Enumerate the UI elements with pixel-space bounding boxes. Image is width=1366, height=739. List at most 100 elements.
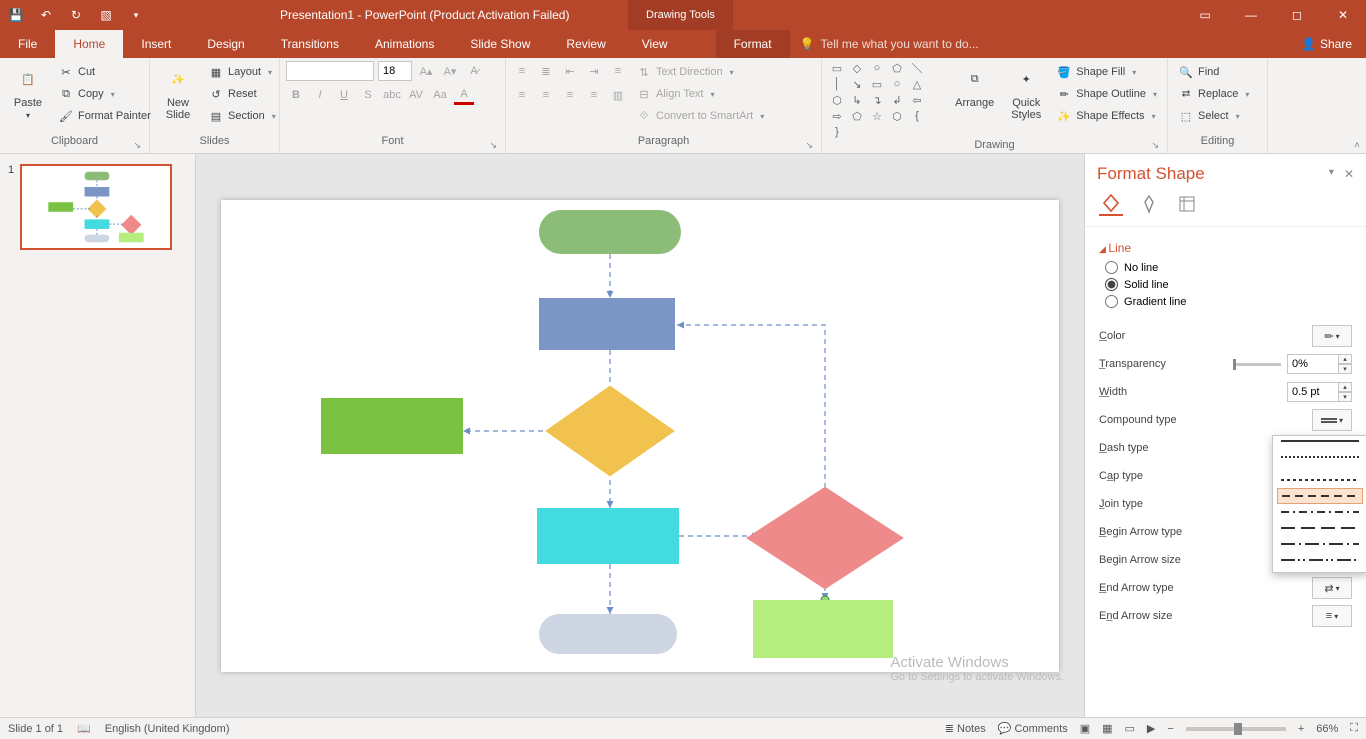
replace-button[interactable]: ⮂Replace xyxy=(1174,83,1253,105)
reset-button[interactable]: ↺Reset xyxy=(204,83,280,105)
drawing-launcher[interactable]: ↘ xyxy=(1151,140,1159,151)
text-direction-button[interactable]: ⇅Text Direction xyxy=(632,61,768,83)
dash-option-round-dot[interactable] xyxy=(1277,456,1363,472)
spacing-button[interactable]: AV xyxy=(406,85,426,105)
transparency-input[interactable] xyxy=(1287,354,1339,374)
font-color-button[interactable]: A xyxy=(454,85,474,105)
bullets-button[interactable]: ≡ xyxy=(512,61,532,81)
new-slide-button[interactable]: ✨ New Slide xyxy=(156,61,200,123)
dash-option-long-dash-dot-dot[interactable] xyxy=(1277,552,1363,568)
clipboard-launcher[interactable]: ↘ xyxy=(133,140,141,151)
width-input[interactable] xyxy=(1287,382,1339,402)
zoom-out-button[interactable]: − xyxy=(1167,723,1173,735)
solid-line-radio[interactable]: Solid line xyxy=(1105,278,1352,291)
slide-thumbnail-1[interactable] xyxy=(20,164,172,250)
format-painter-button[interactable]: 🖌Format Painter xyxy=(54,105,155,127)
share-button[interactable]: 👤Share xyxy=(1287,30,1366,58)
dash-option-long-dash-dot[interactable] xyxy=(1277,536,1363,552)
select-button[interactable]: ⬚Select xyxy=(1174,105,1253,127)
tell-me[interactable]: 💡Tell me what you want to do... xyxy=(800,30,979,58)
gradient-line-radio[interactable]: Gradient line xyxy=(1105,295,1352,308)
tab-insert[interactable]: Insert xyxy=(123,30,189,58)
shape-outline-button[interactable]: ✏Shape Outline xyxy=(1052,83,1161,105)
shape-process-green[interactable] xyxy=(753,600,893,658)
arrange-button[interactable]: ⧉Arrange xyxy=(949,61,1000,111)
undo-icon[interactable]: ↶ xyxy=(38,7,54,23)
start-icon[interactable]: ▧ xyxy=(98,7,114,23)
align-left-button[interactable]: ≡ xyxy=(512,85,532,105)
language-indicator[interactable]: English (United Kingdom) xyxy=(105,723,230,735)
end-arrow-type-button[interactable]: ⇄▾ xyxy=(1312,577,1352,599)
font-size-input[interactable] xyxy=(378,61,412,81)
underline-button[interactable]: U xyxy=(334,85,354,105)
spin-up[interactable]: ▴ xyxy=(1338,354,1352,364)
smartart-button[interactable]: ⟐Convert to SmartArt xyxy=(632,105,768,127)
cut-button[interactable]: ✂Cut xyxy=(54,61,155,83)
normal-view-icon[interactable]: ▣ xyxy=(1080,722,1090,735)
shape-process-cyan[interactable] xyxy=(537,508,679,564)
slideshow-view-icon[interactable]: ▶ xyxy=(1147,722,1155,735)
minimize-button[interactable]: — xyxy=(1228,0,1274,30)
font-family-input[interactable] xyxy=(286,61,374,81)
tab-file[interactable]: File xyxy=(0,30,55,58)
shape-terminator-start[interactable] xyxy=(539,210,681,254)
pane-menu-icon[interactable]: ▾ xyxy=(1329,167,1334,181)
align-text-button[interactable]: ⊟Align Text xyxy=(632,83,768,105)
copy-button[interactable]: ⧉Copy xyxy=(54,83,155,105)
reading-view-icon[interactable]: ▭ xyxy=(1125,722,1135,735)
tab-home[interactable]: Home xyxy=(55,30,123,58)
justify-button[interactable]: ≡ xyxy=(584,85,604,105)
fill-line-tab-icon[interactable] xyxy=(1099,192,1123,216)
find-button[interactable]: 🔍Find xyxy=(1174,61,1253,83)
spin-down[interactable]: ▾ xyxy=(1338,364,1352,374)
align-right-button[interactable]: ≡ xyxy=(560,85,580,105)
notes-button[interactable]: ≣ Notes xyxy=(945,722,986,735)
paste-button[interactable]: 📋 Paste ▾ xyxy=(6,61,50,122)
slide-indicator[interactable]: Slide 1 of 1 xyxy=(8,723,63,735)
case-button[interactable]: Aa xyxy=(430,85,450,105)
shape-process-left[interactable] xyxy=(321,398,463,454)
sorter-view-icon[interactable]: ▦ xyxy=(1102,722,1112,735)
line-color-button[interactable]: ✏▾ xyxy=(1312,325,1352,347)
numbering-button[interactable]: ≣ xyxy=(536,61,556,81)
dash-option-long-dash[interactable] xyxy=(1277,520,1363,536)
comments-button[interactable]: 💬 Comments xyxy=(998,722,1068,735)
compound-type-button[interactable]: ▾ xyxy=(1312,409,1352,431)
redo-icon[interactable]: ↻ xyxy=(68,7,84,23)
tab-slideshow[interactable]: Slide Show xyxy=(452,30,548,58)
quick-styles-button[interactable]: ✦Quick Styles xyxy=(1004,61,1048,123)
align-center-button[interactable]: ≡ xyxy=(536,85,556,105)
shrink-font-icon[interactable]: A▾ xyxy=(440,61,460,81)
tab-transitions[interactable]: Transitions xyxy=(263,30,357,58)
dash-option-dash-dot[interactable] xyxy=(1277,504,1363,520)
end-arrow-size-button[interactable]: ≡▾ xyxy=(1312,605,1352,627)
zoom-in-button[interactable]: + xyxy=(1298,723,1304,735)
grow-font-icon[interactable]: A▴ xyxy=(416,61,436,81)
dash-option-square-dot[interactable] xyxy=(1277,472,1363,488)
indent-inc-button[interactable]: ⇥ xyxy=(584,61,604,81)
shadow-button[interactable]: S xyxy=(358,85,378,105)
effects-tab-icon[interactable] xyxy=(1137,192,1161,216)
tab-animations[interactable]: Animations xyxy=(357,30,452,58)
maximize-button[interactable]: ◻ xyxy=(1274,0,1320,30)
ribbon-options-icon[interactable]: ▭ xyxy=(1182,0,1228,30)
shapes-gallery[interactable]: ▭◇○⬠＼│↘ ▭○△⬡↳↴↲ ⇦⇨⬠☆⬡{} xyxy=(828,61,945,139)
fit-window-icon[interactable]: ⛶ xyxy=(1350,722,1358,735)
layout-button[interactable]: ▦Layout xyxy=(204,61,280,83)
font-launcher[interactable]: ↘ xyxy=(489,140,497,151)
qat-more-icon[interactable]: ▾ xyxy=(128,7,144,23)
linespace-button[interactable]: ≡ xyxy=(608,61,628,81)
clear-format-icon[interactable]: A̷ xyxy=(464,61,484,81)
shape-effects-button[interactable]: ✨Shape Effects xyxy=(1052,105,1161,127)
spellcheck-icon[interactable]: 📖 xyxy=(77,722,91,735)
zoom-value[interactable]: 66% xyxy=(1316,723,1338,735)
columns-button[interactable]: ▥ xyxy=(608,85,628,105)
tab-view[interactable]: View xyxy=(624,30,686,58)
zoom-slider[interactable] xyxy=(1186,727,1286,731)
dash-option-dash[interactable] xyxy=(1277,488,1363,504)
shape-terminator-end[interactable] xyxy=(539,614,677,654)
size-tab-icon[interactable] xyxy=(1175,192,1199,216)
paragraph-launcher[interactable]: ↘ xyxy=(805,140,813,151)
bold-button[interactable]: B xyxy=(286,85,306,105)
shape-fill-button[interactable]: 🪣Shape Fill xyxy=(1052,61,1161,83)
